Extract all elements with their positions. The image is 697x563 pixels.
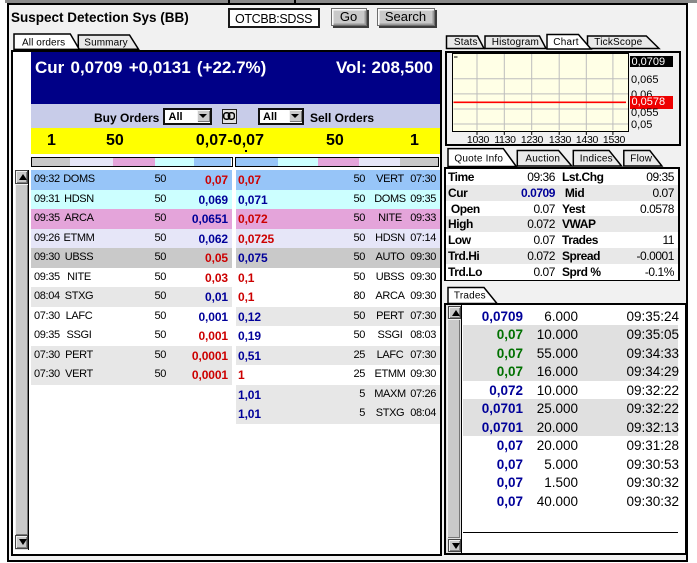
svg-text:TickScope: TickScope — [594, 37, 642, 48]
svg-text:Chart: Chart — [553, 37, 578, 48]
svg-text:All orders: All orders — [22, 38, 65, 49]
svg-text:Flow: Flow — [630, 154, 652, 165]
svg-text:Quote Info: Quote Info — [454, 154, 503, 165]
svg-text:Indices: Indices — [580, 154, 613, 165]
svg-text:Auction: Auction — [525, 154, 560, 165]
svg-text:Trades: Trades — [454, 291, 486, 302]
svg-text:Histogram: Histogram — [492, 37, 539, 48]
svg-text:Summary: Summary — [84, 38, 127, 49]
svg-text:Stats: Stats — [454, 37, 478, 48]
